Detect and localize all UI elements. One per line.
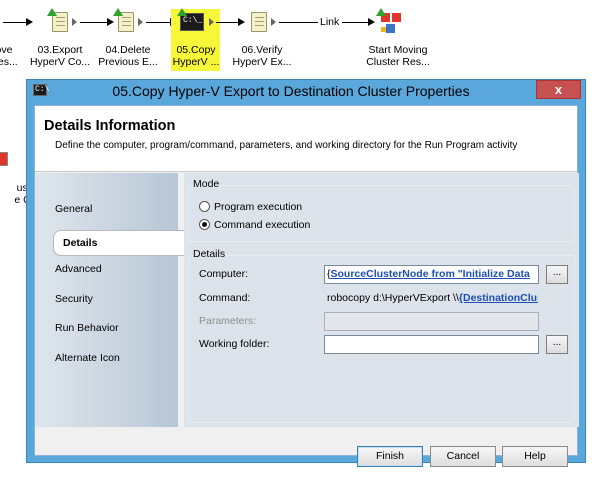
program-execution-radio[interactable] bbox=[199, 201, 210, 212]
arrow-head-icon bbox=[368, 18, 375, 26]
activity-start-moving-cluster[interactable]: Start Moving Cluster Res... bbox=[358, 44, 438, 68]
nav-item-advanced[interactable]: Advanced bbox=[55, 263, 102, 275]
details-group-label: Details bbox=[193, 248, 226, 260]
nav-sidebar: General Details Advanced Security Run Be… bbox=[35, 173, 184, 427]
output-connector-icon bbox=[138, 18, 143, 26]
details-panel: Mode Program execution Command execution… bbox=[184, 173, 579, 427]
working-folder-label: Working folder: bbox=[199, 338, 270, 350]
close-button[interactable]: x bbox=[536, 80, 581, 99]
link-arrow[interactable] bbox=[342, 22, 368, 23]
mode-group bbox=[188, 185, 575, 242]
activity-label: 06.Verify HyperV Ex... bbox=[232, 44, 292, 68]
mode-group-label: Mode bbox=[193, 178, 220, 190]
arrow-head-icon bbox=[238, 18, 245, 26]
output-connector-icon bbox=[271, 18, 276, 26]
arrow-head-icon bbox=[107, 18, 114, 26]
command-prompt-icon[interactable]: C:\_ bbox=[177, 8, 204, 31]
details-header: Details Information Define the computer,… bbox=[35, 106, 577, 172]
cluster-group-icon[interactable] bbox=[0, 152, 8, 166]
help-button[interactable]: Help bbox=[502, 446, 568, 467]
command-field[interactable]: robocopy d:\HyperVExport \\{DestinationC… bbox=[324, 289, 539, 308]
working-folder-field[interactable] bbox=[324, 335, 539, 354]
link-arrow[interactable] bbox=[146, 22, 170, 23]
computer-field[interactable]: {SourceClusterNode from "Initialize Data bbox=[324, 265, 539, 284]
dialog-client-area: Details Information Define the computer,… bbox=[34, 105, 579, 467]
link-arrow[interactable] bbox=[80, 22, 107, 23]
computer-label: Computer: bbox=[199, 268, 249, 280]
command-execution-radio[interactable] bbox=[199, 219, 210, 230]
run-program-icon[interactable] bbox=[47, 8, 68, 32]
nav-item-label: Details bbox=[63, 237, 98, 249]
activity-label: Start Moving Cluster Res... bbox=[366, 44, 430, 68]
header-title: Details Information bbox=[44, 118, 176, 134]
link-arrow[interactable] bbox=[279, 22, 318, 23]
header-description: Define the computer, program/command, pa… bbox=[55, 140, 518, 151]
nav-item-security[interactable]: Security bbox=[55, 293, 93, 305]
command-published-data-link[interactable]: {DestinationClus bbox=[459, 292, 538, 304]
cancel-button[interactable]: Cancel bbox=[430, 446, 496, 467]
run-program-icon[interactable] bbox=[251, 12, 267, 32]
dialog-title-bar[interactable]: C:\ 05.Copy Hyper-V Export to Destinatio… bbox=[27, 80, 585, 101]
parameters-label: Parameters: bbox=[199, 315, 257, 327]
cluster-resource-icon[interactable] bbox=[376, 8, 403, 35]
command-text: robocopy d:\HyperVExport \\ bbox=[327, 292, 459, 304]
command-execution-label[interactable]: Command execution bbox=[214, 219, 310, 231]
properties-dialog: C:\ 05.Copy Hyper-V Export to Destinatio… bbox=[26, 79, 586, 467]
nav-item-general[interactable]: General bbox=[55, 203, 92, 215]
finish-button[interactable]: Finish bbox=[357, 446, 423, 467]
nav-item-alternate-icon[interactable]: Alternate Icon bbox=[55, 352, 120, 364]
program-execution-label[interactable]: Program execution bbox=[214, 201, 302, 213]
working-folder-browse-button[interactable]: ... bbox=[546, 335, 568, 354]
computer-published-data-link[interactable]: SourceClusterNode from "Initialize Data bbox=[331, 268, 530, 280]
computer-browse-button[interactable]: ... bbox=[546, 265, 568, 284]
parameters-field bbox=[324, 312, 539, 331]
activity-verify-hyperv[interactable]: 06.Verify HyperV Ex... bbox=[222, 44, 302, 68]
output-connector-icon bbox=[72, 18, 77, 26]
command-label: Command: bbox=[199, 292, 251, 304]
link-arrow[interactable] bbox=[216, 22, 238, 23]
nav-item-run-behavior[interactable]: Run Behavior bbox=[55, 322, 119, 334]
run-program-icon[interactable] bbox=[113, 8, 134, 32]
link-label[interactable]: Link bbox=[318, 16, 342, 28]
dialog-title: 05.Copy Hyper-V Export to Destination Cl… bbox=[112, 83, 470, 99]
link-arrow[interactable] bbox=[3, 22, 26, 23]
arrow-head-icon bbox=[26, 18, 33, 26]
output-connector-icon bbox=[209, 18, 214, 26]
nav-item-details[interactable]: Details bbox=[53, 230, 184, 256]
